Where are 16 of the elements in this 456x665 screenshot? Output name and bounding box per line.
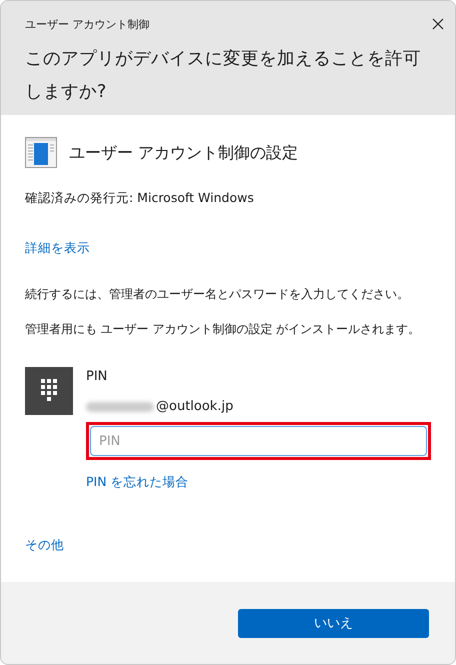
- account-email: @outlook.jp: [156, 399, 234, 414]
- instruction-text: 管理者用にも ユーザー アカウント制御の設定 がインストールされます。: [25, 321, 422, 337]
- keypad-icon: [25, 367, 73, 415]
- credential-label: PIN: [86, 369, 108, 384]
- publisher-text: 確認済みの発行元: Microsoft Windows: [25, 190, 255, 207]
- window-title: ユーザー アカウント制御: [25, 16, 150, 32]
- details-link[interactable]: 詳細を表示: [25, 240, 431, 257]
- settings-window-icon: [25, 137, 57, 169]
- pin-field[interactable]: PIN: [90, 426, 427, 456]
- dialog-question: このアプリがデバイスに変更を加えることを許可しますか?: [25, 48, 422, 104]
- more-options-link[interactable]: その他: [25, 537, 431, 554]
- instruction-text: 続行するには、管理者のユーザー名とパスワードを入力してください。: [25, 286, 410, 302]
- app-name: ユーザー アカウント制御の設定: [69, 142, 298, 164]
- close-icon[interactable]: [432, 18, 444, 30]
- no-button[interactable]: いいえ: [238, 608, 429, 638]
- forgot-pin-link[interactable]: PIN を忘れた場合: [86, 474, 431, 491]
